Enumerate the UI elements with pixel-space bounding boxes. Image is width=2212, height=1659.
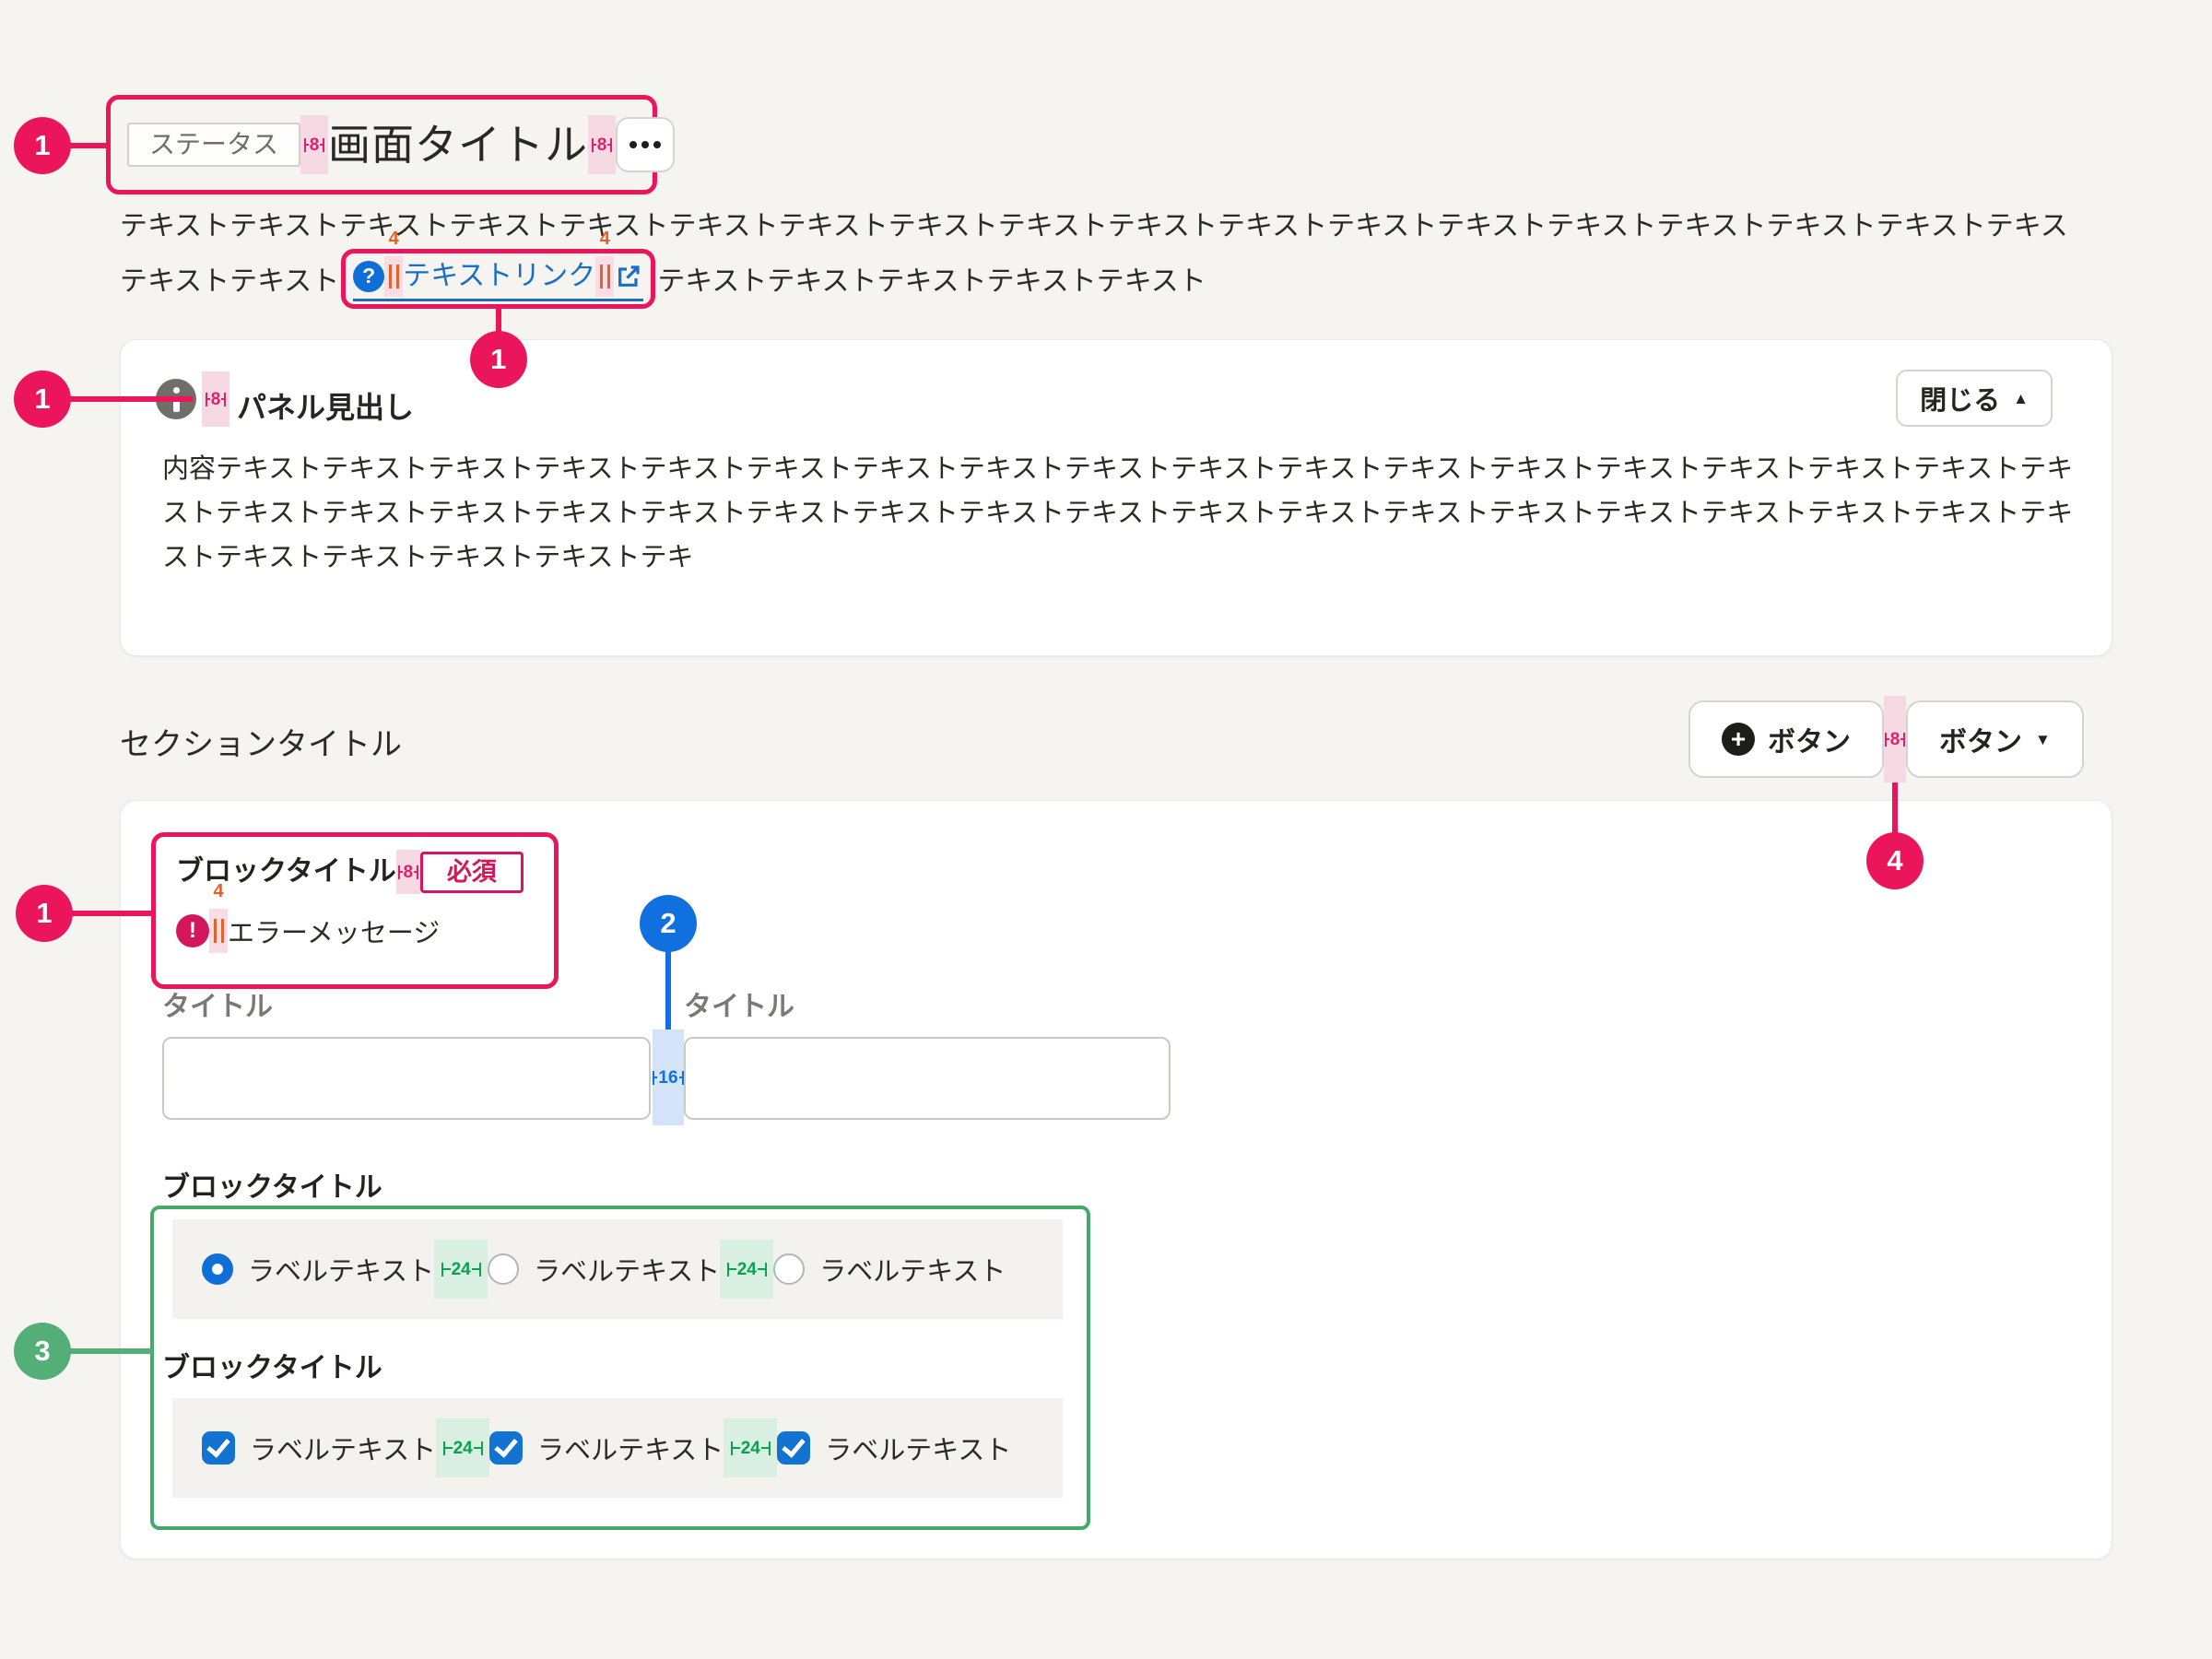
block-title: ブロックタイトル: [176, 855, 396, 888]
plus-icon: +: [1722, 723, 1755, 756]
required-badge: 必須: [420, 852, 524, 893]
field-label: タイトル: [684, 983, 794, 1024]
text-link[interactable]: ? 4 テキストリンク 4: [353, 256, 643, 301]
annotation-badge-1: 1: [16, 885, 73, 942]
annotation-line: [69, 143, 108, 148]
annotation-badge-4: 4: [1866, 832, 1924, 889]
gap-marker-8: 8: [202, 371, 229, 427]
section-actions: + ボタン 8 4 ボタン ▼: [1688, 696, 2084, 782]
radio-unselected[interactable]: [488, 1253, 519, 1285]
radio-label: ラベルテキスト: [534, 1250, 720, 1288]
checkbox-label: ラベルテキスト: [250, 1429, 436, 1467]
checkbox-label: ラベルテキスト: [537, 1429, 724, 1467]
body-text-line1: テキストテキストテキストテキストテキストテキストテキストテキストテキストテキスト…: [120, 211, 2068, 241]
radio-unselected[interactable]: [773, 1253, 805, 1285]
gap-marker-8: 8: [300, 115, 328, 174]
gap-marker-24: 24: [720, 1240, 773, 1299]
close-button[interactable]: 閉じる ▲: [1896, 370, 2053, 427]
annotation-line: [665, 950, 671, 1030]
chevron-up-icon: ▲: [2013, 391, 2029, 406]
checkbox-checked[interactable]: [202, 1431, 235, 1465]
annotation-badge-3: 3: [14, 1323, 71, 1380]
gap-marker-8: 8: [396, 850, 420, 894]
checkbox-checked[interactable]: [777, 1431, 810, 1465]
panel-body: 内容テキストテキストテキストテキストテキストテキストテキストテキストテキストテキ…: [162, 447, 2075, 580]
panel-heading: パネル見出し: [237, 384, 414, 427]
menu-button[interactable]: ボタン ▼: [1906, 700, 2084, 778]
gap-marker-8: 8 4: [1884, 696, 1906, 782]
title-input-2[interactable]: [684, 1037, 1171, 1120]
title-input-1[interactable]: [162, 1037, 651, 1120]
group-title: ブロックタイトル: [162, 1164, 382, 1205]
help-icon: ?: [353, 261, 384, 292]
add-button[interactable]: + ボタン: [1688, 700, 1884, 778]
annotation-badge-1: 1: [14, 117, 71, 174]
annotation-line: [69, 1348, 152, 1354]
gap-marker-24: 24: [434, 1240, 488, 1299]
error-icon: !: [176, 914, 209, 947]
body-text: テキストテキストテキストテキストテキストテキストテキストテキストテキストテキスト…: [120, 206, 2147, 247]
status-badge: ステータス: [127, 123, 300, 167]
ellipsis-icon: [629, 141, 637, 148]
annotation-line: [496, 309, 501, 333]
annotation-line: [71, 911, 152, 916]
annotation-line: [1892, 782, 1898, 834]
checkbox-checked[interactable]: [489, 1431, 523, 1465]
form-card: ブロックタイトル 8 必須 ! 4 エラーメッセージ タイトル タイトル 16 …: [120, 800, 2112, 1559]
gap-marker-4: 4: [384, 256, 403, 297]
gap-marker-8: 8: [588, 115, 616, 174]
section-title: セクションタイトル: [120, 719, 402, 764]
radio-label: ラベルテキスト: [819, 1250, 1006, 1288]
annotation-box-link: ? 4 テキストリンク 4 1: [341, 249, 655, 309]
checkbox-label: ラベルテキスト: [825, 1429, 1011, 1467]
radio-group: ラベルテキスト 24 ラベルテキスト 24 ラベルテキスト: [172, 1219, 1063, 1319]
external-link-icon: [614, 262, 643, 291]
error-message: エラーメッセージ: [228, 912, 440, 950]
group-title: ブロックタイトル: [162, 1345, 382, 1385]
page-title: 画面タイトル: [328, 124, 588, 166]
chevron-down-icon: ▼: [2035, 732, 2051, 747]
design-spec-page: 1 ステータス 8 画面タイトル 8 テキストテキストテキストテキストテキストテ…: [0, 0, 2212, 1659]
more-button[interactable]: [616, 117, 675, 172]
error-row: ! 4 エラーメッセージ: [176, 909, 534, 953]
gap-marker-16: 16 2: [653, 1030, 684, 1125]
annotation-badge-2: 2: [640, 895, 697, 952]
gap-marker-24: 24: [436, 1418, 489, 1477]
body-text-line2: テキストテキスト ? 4 テキストリンク 4 1 テキストテキストテキストテキス…: [120, 247, 1206, 310]
annotation-line: [69, 396, 193, 402]
annotation-box-header: ステータス 8 画面タイトル 8: [106, 95, 657, 194]
checkbox-group: ラベルテキスト 24 ラベルテキスト 24 ラベルテキスト: [172, 1398, 1063, 1498]
annotation-badge-1: 1: [470, 331, 527, 388]
gap-marker-4: 4: [595, 256, 614, 297]
radio-selected[interactable]: [202, 1253, 233, 1285]
radio-label: ラベルテキスト: [248, 1250, 434, 1288]
annotation-box-block-title: ブロックタイトル 8 必須 ! 4 エラーメッセージ: [151, 832, 559, 989]
panel: 8 パネル見出し 閉じる ▲ 内容テキストテキストテキストテキストテキストテキス…: [120, 339, 2112, 656]
gap-marker-4: 4: [209, 909, 228, 953]
annotation-badge-1: 1: [14, 371, 71, 428]
gap-marker-24: 24: [724, 1418, 777, 1477]
field-label: タイトル: [162, 983, 273, 1024]
